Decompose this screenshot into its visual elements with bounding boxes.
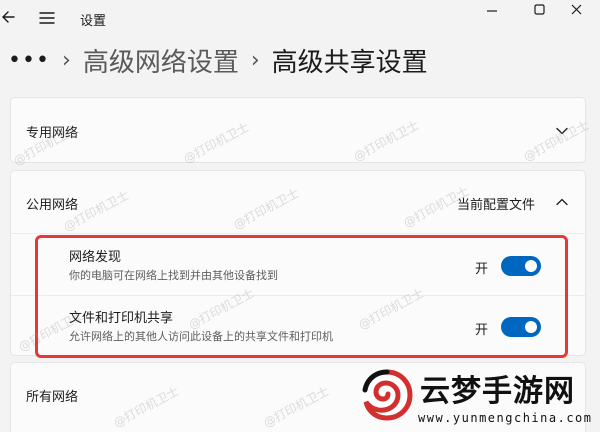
breadcrumb-more-button[interactable]: ••• [8, 48, 50, 73]
close-button[interactable] [560, 0, 600, 30]
public-network-label: 公用网络 [26, 198, 79, 213]
file-printer-sharing-row: 文件和打印机共享 允许网络上的其他人访问此设备上的共享文件和打印机 开 [11, 298, 587, 356]
chevron-down-icon [556, 127, 568, 135]
chevron-up-icon [556, 198, 568, 206]
breadcrumb-separator-icon: › [62, 47, 71, 73]
file-printer-sharing-title: 文件和打印机共享 [69, 311, 174, 326]
back-arrow-icon [2, 11, 15, 23]
divider [11, 233, 587, 234]
toggle-knob [525, 260, 537, 272]
brand-logo: 云梦手游网 www.yunmengchina.com [352, 360, 600, 432]
public-network-section: 公用网络 当前配置文件 网络发现 你的电脑可在网络上找到并由其他设备找到 开 文… [10, 170, 587, 356]
minimize-button[interactable] [470, 0, 514, 30]
maximize-button[interactable] [518, 0, 562, 30]
file-printer-sharing-description: 允许网络上的其他人访问此设备上的共享文件和打印机 [69, 330, 333, 343]
page-title: 高级共享设置 [271, 47, 428, 78]
brand-url: www.yunmengchina.com [418, 411, 593, 425]
divider [11, 295, 587, 296]
back-button[interactable] [0, 6, 20, 28]
network-discovery-row: 网络发现 你的电脑可在网络上找到并由其他设备找到 开 [11, 237, 587, 295]
file-printer-sharing-state: 开 [475, 323, 489, 338]
file-printer-sharing-toggle[interactable] [501, 317, 541, 337]
hamburger-menu-icon [39, 12, 55, 24]
maximize-icon [534, 4, 545, 15]
title-bar: 设置 [0, 0, 600, 36]
all-networks-label: 所有网络 [26, 390, 79, 405]
cloud-dream-logo-icon [361, 369, 413, 421]
menu-button[interactable] [38, 8, 56, 28]
public-network-header[interactable]: 公用网络 当前配置文件 [11, 171, 587, 233]
breadcrumb-separator-icon: › [250, 47, 260, 73]
network-discovery-title: 网络发现 [69, 250, 122, 265]
breadcrumb-advanced-network-settings[interactable]: 高级网络设置 [83, 42, 239, 79]
network-discovery-toggle[interactable] [501, 256, 541, 276]
toggle-knob [525, 321, 537, 333]
private-network-label: 专用网络 [26, 126, 79, 141]
current-profile-label: 当前配置文件 [457, 198, 536, 213]
minimize-icon [487, 10, 497, 12]
breadcrumb: ••• › 高级网络设置 › 高级共享设置 [8, 40, 428, 80]
brand-name: 云梦手游网 [420, 374, 575, 409]
network-discovery-description: 你的电脑可在网络上找到并由其他设备找到 [69, 269, 278, 282]
close-icon [571, 4, 582, 15]
window-title: 设置 [80, 14, 107, 29]
network-discovery-state: 开 [475, 262, 489, 277]
private-network-section[interactable]: 专用网络 [10, 97, 586, 163]
